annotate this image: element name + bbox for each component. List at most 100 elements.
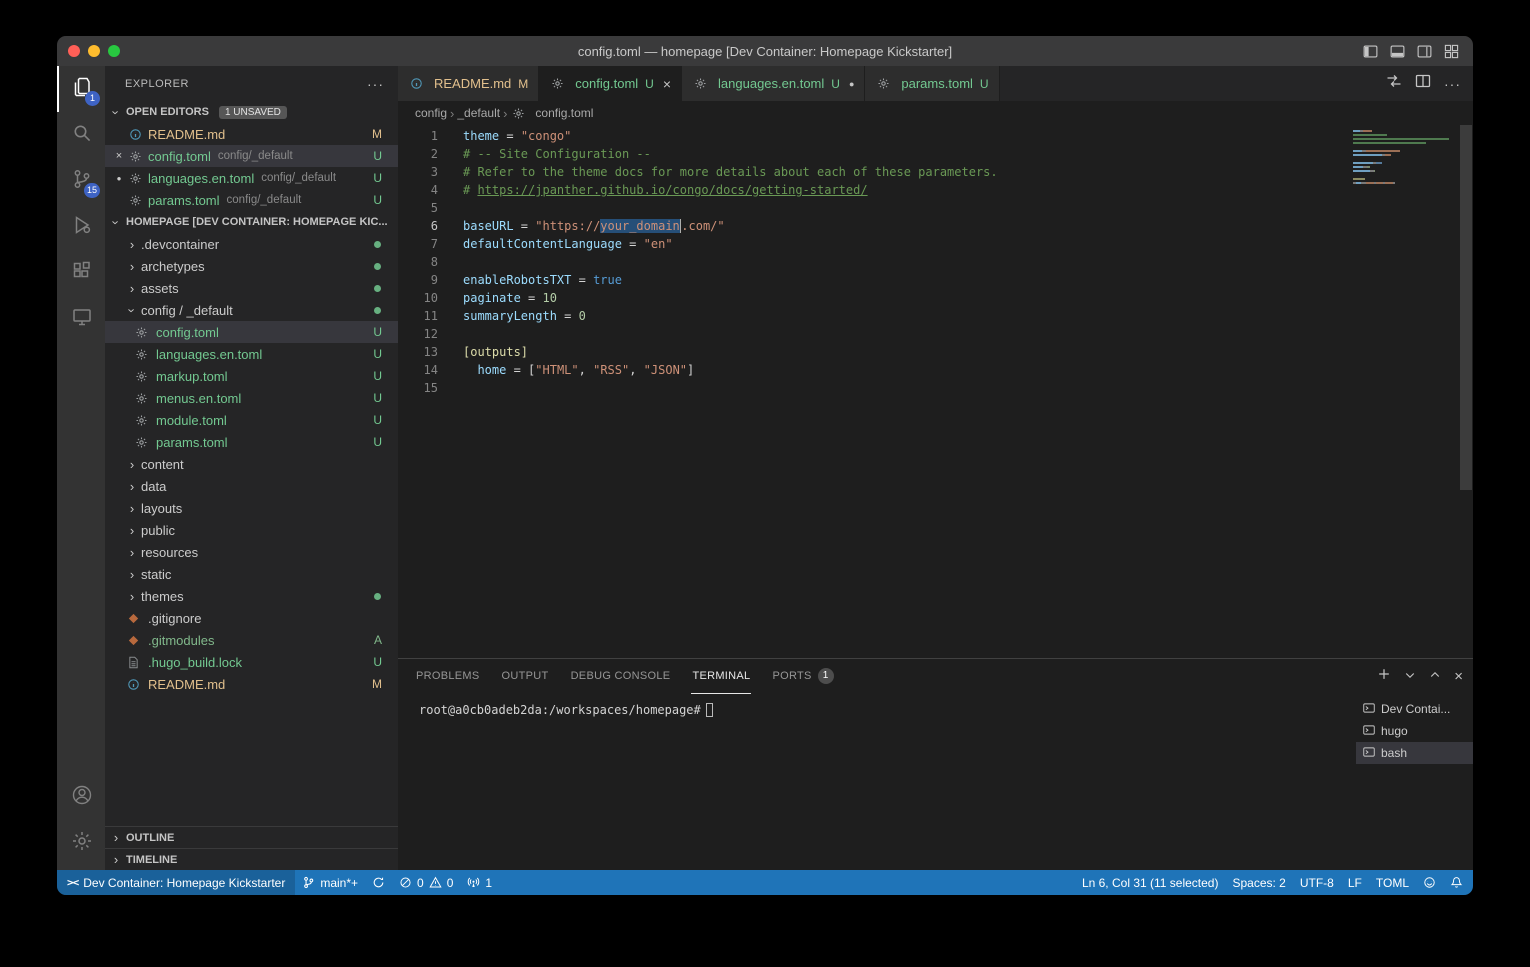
tree-file-item[interactable]: .hugo_build.lockU [105, 651, 398, 673]
toggle-sidebar-icon[interactable] [1363, 44, 1378, 59]
toggle-panel-icon[interactable] [1390, 44, 1405, 59]
terminal-list-item[interactable]: hugo [1356, 720, 1473, 742]
minimap[interactable] [1349, 130, 1459, 190]
tree-folder-item[interactable]: ›data [105, 475, 398, 497]
tree-folder-item[interactable]: ›assets [105, 277, 398, 299]
close-window-button[interactable] [68, 45, 80, 57]
tree-folder-item[interactable]: ›static [105, 563, 398, 585]
code-line[interactable]: 7defaultContentLanguage = "en" [398, 235, 1459, 253]
more-actions-icon[interactable]: ··· [1444, 76, 1461, 92]
code-line[interactable]: 10paginate = 10 [398, 289, 1459, 307]
tree-file-item[interactable]: .gitmodulesA [105, 629, 398, 651]
code-line[interactable]: 11summaryLength = 0 [398, 307, 1459, 325]
line-number[interactable]: 11 [398, 307, 438, 325]
tree-folder-item[interactable]: ›layouts [105, 497, 398, 519]
editor-tab[interactable]: languages.en.tomlU● [682, 66, 865, 101]
code-line[interactable]: 13[outputs] [398, 343, 1459, 361]
dirty-dot-icon[interactable]: ● [849, 79, 854, 89]
tree-file-item[interactable]: .gitignore [105, 607, 398, 629]
code-line[interactable]: 12 [398, 325, 1459, 343]
panel-tab-problems[interactable]: PROBLEMS [415, 659, 481, 694]
open-editors-header[interactable]: › OPEN EDITORS 1 UNSAVED [105, 101, 398, 123]
terminal-dropdown-icon[interactable] [1404, 668, 1416, 686]
editor-scrollbar[interactable] [1459, 125, 1473, 658]
code-line[interactable]: 14 home = ["HTML", "RSS", "JSON"] [398, 361, 1459, 379]
open-changes-icon[interactable] [1386, 73, 1402, 94]
terminal-list-item[interactable]: Dev Contai... [1356, 698, 1473, 720]
split-editor-icon[interactable] [1415, 73, 1431, 94]
branch-indicator[interactable]: main*+ [295, 870, 365, 895]
line-number[interactable]: 6 [398, 217, 438, 235]
tree-file-item[interactable]: menus.en.tomlU [105, 387, 398, 409]
tree-file-item[interactable]: README.mdM [105, 673, 398, 695]
panel-tab-output[interactable]: OUTPUT [501, 659, 550, 694]
line-number[interactable]: 2 [398, 145, 438, 163]
tree-folder-item[interactable]: ›.devcontainer [105, 233, 398, 255]
panel-tab-debug-console[interactable]: DEBUG CONSOLE [570, 659, 672, 694]
tree-folder-item[interactable]: ›content [105, 453, 398, 475]
code-line[interactable]: 9enableRobotsTXT = true [398, 271, 1459, 289]
feedback-button[interactable] [1416, 870, 1443, 895]
line-number[interactable]: 13 [398, 343, 438, 361]
code-line[interactable]: 3# Refer to the theme docs for more deta… [398, 163, 1459, 181]
open-editor-item[interactable]: ●languages.en.tomlconfig/_defaultU [105, 167, 398, 189]
panel-tab-terminal[interactable]: TERMINAL [691, 659, 751, 694]
project-root-header[interactable]: › HOMEPAGE [DEV CONTAINER: HOMEPAGE KIC.… [105, 211, 398, 233]
zoom-window-button[interactable] [108, 45, 120, 57]
open-editor-item[interactable]: params.tomlconfig/_defaultU [105, 189, 398, 211]
toggle-secondary-sidebar-icon[interactable] [1417, 44, 1432, 59]
editor[interactable]: 1theme = "congo"2# -- Site Configuration… [398, 125, 1473, 658]
code-line[interactable]: 2# -- Site Configuration -- [398, 145, 1459, 163]
new-terminal-icon[interactable] [1377, 667, 1391, 686]
dirty-dot-icon[interactable]: ● [111, 174, 127, 183]
breadcrumb-item[interactable]: config [415, 106, 447, 120]
scrollbar-thumb[interactable] [1460, 125, 1472, 490]
maximize-panel-icon[interactable] [1429, 668, 1441, 686]
editor-tab[interactable]: params.tomlU [865, 66, 999, 101]
line-number[interactable]: 5 [398, 199, 438, 217]
timeline-header[interactable]: › TIMELINE [105, 848, 398, 870]
sync-button[interactable] [365, 870, 392, 895]
code-line[interactable]: 1theme = "congo" [398, 127, 1459, 145]
problems-indicator[interactable]: 0 0 [392, 870, 460, 895]
terminal-list-item[interactable]: bash [1356, 742, 1473, 764]
editor-tab[interactable]: config.tomlU× [539, 66, 682, 101]
cursor-position[interactable]: Ln 6, Col 31 (11 selected) [1075, 870, 1226, 895]
activity-run-debug[interactable] [57, 204, 105, 250]
activity-accounts[interactable] [57, 774, 105, 820]
code-line[interactable]: 6baseURL = "https://your_domain.com/" [398, 217, 1459, 235]
tree-folder-item[interactable]: ›public [105, 519, 398, 541]
panel-tab-ports[interactable]: PORTS1 [771, 659, 834, 694]
title-bar[interactable]: config.toml — homepage [Dev Container: H… [57, 36, 1473, 66]
customize-layout-icon[interactable] [1444, 44, 1459, 59]
encoding-indicator[interactable]: UTF-8 [1293, 870, 1341, 895]
line-number[interactable]: 3 [398, 163, 438, 181]
tree-folder-item[interactable]: ›archetypes [105, 255, 398, 277]
eol-indicator[interactable]: LF [1341, 870, 1369, 895]
line-number[interactable]: 9 [398, 271, 438, 289]
close-icon[interactable]: × [663, 76, 671, 92]
close-icon[interactable]: × [111, 150, 127, 162]
notifications-button[interactable] [1443, 870, 1473, 895]
breadcrumb-item[interactable]: config.toml [510, 106, 593, 120]
remote-indicator[interactable]: >< Dev Container: Homepage Kickstarter [57, 870, 295, 895]
activity-extensions[interactable] [57, 250, 105, 296]
line-number[interactable]: 4 [398, 181, 438, 199]
tree-folder-item[interactable]: ›config / _default [105, 299, 398, 321]
activity-settings[interactable] [57, 820, 105, 866]
minimize-window-button[interactable] [88, 45, 100, 57]
terminal[interactable]: root@a0cb0adeb2da:/workspaces/homepage# [398, 694, 1356, 870]
line-number[interactable]: 7 [398, 235, 438, 253]
line-number[interactable]: 14 [398, 361, 438, 379]
close-panel-icon[interactable]: × [1454, 668, 1463, 685]
outline-header[interactable]: › OUTLINE [105, 826, 398, 848]
code-line[interactable]: 15 [398, 379, 1459, 397]
tree-file-item[interactable]: config.tomlU [105, 321, 398, 343]
line-number[interactable]: 10 [398, 289, 438, 307]
tree-file-item[interactable]: markup.tomlU [105, 365, 398, 387]
tree-file-item[interactable]: languages.en.tomlU [105, 343, 398, 365]
open-editor-item[interactable]: README.mdM [105, 123, 398, 145]
code-line[interactable]: 5 [398, 199, 1459, 217]
breadcrumb-item[interactable]: _default [457, 106, 500, 120]
ports-indicator[interactable]: 1 [460, 870, 499, 895]
